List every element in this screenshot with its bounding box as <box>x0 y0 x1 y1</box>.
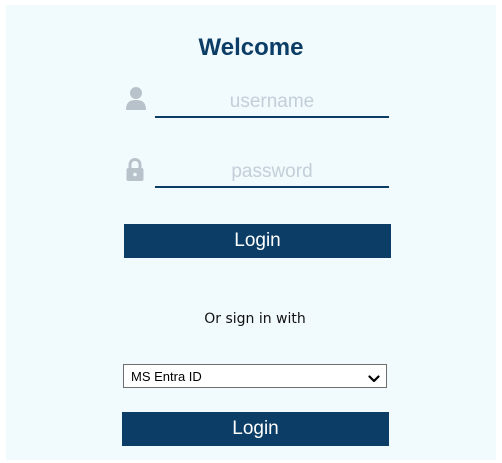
user-icon <box>124 86 148 110</box>
page-title: Welcome <box>198 34 304 61</box>
alt-signin-prompt: Or sign in with <box>204 311 306 327</box>
password-input[interactable] <box>155 158 389 188</box>
identity-provider-select[interactable]: MS Entra ID <box>123 364 387 388</box>
username-input[interactable] <box>155 88 389 118</box>
chevron-down-icon <box>368 371 380 383</box>
sso-login-button[interactable]: Login <box>122 412 389 446</box>
login-button[interactable]: Login <box>124 224 391 258</box>
identity-provider-value: MS Entra ID <box>131 369 202 384</box>
lock-icon <box>123 158 147 182</box>
